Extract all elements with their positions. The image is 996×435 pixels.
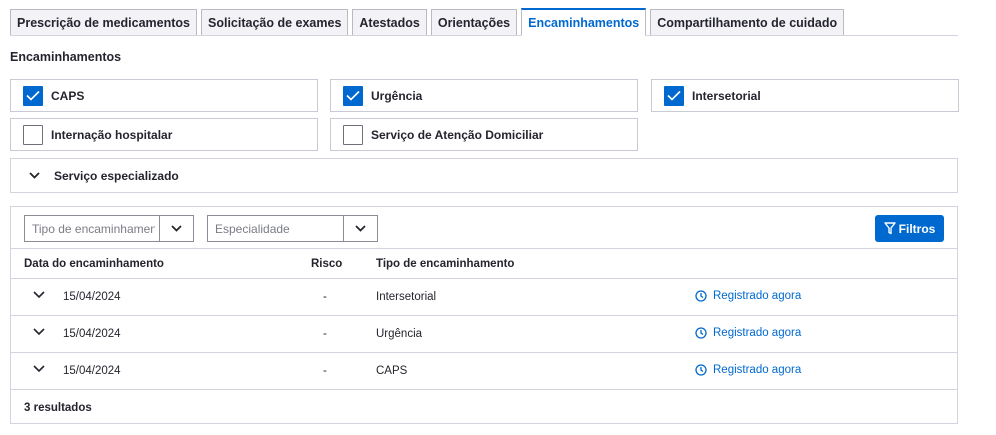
row-date: 15/04/2024 — [63, 291, 121, 303]
row-status[interactable]: Registrado agora — [695, 290, 801, 302]
accordion-servico-especializado[interactable]: Serviço especializado — [10, 158, 958, 193]
row-type: Urgência — [376, 328, 423, 340]
chevron-down-icon[interactable] — [33, 291, 45, 299]
status-label: Registrado agora — [713, 290, 802, 302]
checkmark-icon — [343, 85, 363, 106]
clock-icon — [695, 290, 707, 302]
chevron-down-icon[interactable] — [159, 216, 193, 241]
checkbox-label: Internação hospitalar — [51, 127, 173, 142]
row-type: Intersetorial — [376, 291, 437, 303]
checkmark-icon — [23, 85, 43, 106]
row-risk: - — [323, 328, 327, 340]
checkbox-servico-atencao-domiciliar[interactable]: Serviço de Atenção Domiciliar — [330, 118, 638, 151]
checkbox-intersetorial[interactable]: Intersetorial — [651, 79, 959, 112]
tab-prescricao[interactable]: Prescrição de medicamentos — [10, 9, 197, 35]
result-count: 3 resultados — [24, 402, 92, 414]
clock-icon — [695, 327, 707, 339]
row-risk: - — [323, 365, 327, 377]
especialidade-select[interactable] — [207, 215, 378, 242]
row-status[interactable]: Registrado agora — [695, 327, 801, 339]
checkbox-internacao-hospitalar[interactable]: Internação hospitalar — [10, 118, 318, 151]
row-date: 15/04/2024 — [63, 365, 121, 377]
checkbox-empty-icon — [23, 124, 43, 145]
tab-orientacoes[interactable]: Orientações — [430, 9, 518, 35]
row-date: 15/04/2024 — [63, 328, 121, 340]
tab-bar: Prescrição de medicamentos Solicitação d… — [10, 8, 958, 36]
checkbox-label: Urgência — [371, 88, 423, 103]
checkbox-urgencia[interactable]: Urgência — [330, 79, 638, 112]
checkbox-label: Intersetorial — [692, 88, 761, 103]
filters-row: Filtros — [11, 207, 957, 249]
status-label: Registrado agora — [713, 364, 802, 376]
checkbox-label: Serviço de Atenção Domiciliar — [371, 127, 544, 142]
table-row[interactable]: 15/04/2024 - CAPS Registrado agora — [11, 353, 957, 390]
tab-solicitacao-exames[interactable]: Solicitação de exames — [201, 9, 349, 35]
accordion-label: Serviço especializado — [54, 168, 179, 183]
tipo-encaminhamento-input[interactable] — [25, 216, 155, 241]
chevron-down-icon[interactable] — [343, 216, 377, 241]
table-row[interactable]: 15/04/2024 - Intersetorial Registrado ag… — [11, 279, 957, 316]
clock-icon — [695, 364, 707, 376]
row-risk: - — [323, 291, 327, 303]
row-status[interactable]: Registrado agora — [695, 364, 801, 376]
chevron-down-icon — [29, 172, 40, 179]
checkmark-icon — [664, 85, 684, 106]
row-type: CAPS — [376, 365, 408, 377]
checkbox-empty-icon — [343, 124, 363, 145]
filtros-label: Filtros — [898, 221, 936, 236]
column-header-risco: Risco — [311, 258, 343, 270]
column-header-tipo: Tipo de encaminhamento — [376, 258, 515, 270]
checkbox-caps[interactable]: CAPS — [10, 79, 318, 112]
table-header: Data do encaminhamento Risco Tipo de enc… — [11, 249, 957, 279]
table-row[interactable]: 15/04/2024 - Urgência Registrado agora — [11, 316, 957, 353]
especialidade-input[interactable] — [208, 216, 338, 241]
filter-icon — [883, 222, 896, 235]
tab-atestados[interactable]: Atestados — [352, 9, 427, 35]
column-header-data: Data do encaminhamento — [24, 258, 164, 270]
filtros-button[interactable]: Filtros — [875, 215, 944, 242]
tipo-encaminhamento-select[interactable] — [24, 215, 194, 242]
section-title: Encaminhamentos — [10, 50, 122, 64]
chevron-down-icon[interactable] — [33, 365, 45, 373]
referrals-table-panel: Filtros Data do encaminhamento Risco Tip… — [10, 206, 958, 424]
tab-encaminhamentos[interactable]: Encaminhamentos — [521, 8, 647, 36]
status-label: Registrado agora — [713, 327, 802, 339]
chevron-down-icon[interactable] — [33, 328, 45, 336]
tab-compartilhamento-cuidado[interactable]: Compartilhamento de cuidado — [650, 9, 845, 35]
checkbox-label: CAPS — [51, 88, 85, 103]
